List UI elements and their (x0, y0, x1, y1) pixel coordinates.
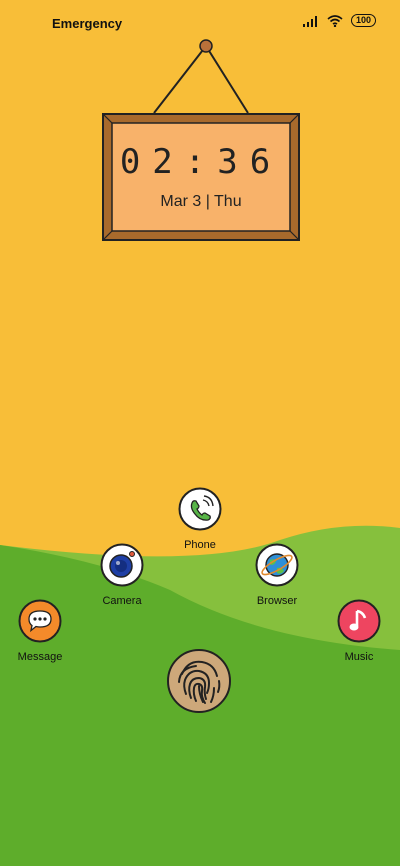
browser-icon (255, 543, 299, 587)
message-icon (18, 599, 62, 643)
battery-indicator: 100 (350, 14, 376, 27)
wifi-icon (327, 14, 343, 27)
app-browser-label: Browser (256, 595, 298, 607)
phone-icon (178, 487, 222, 531)
hanging-frame (102, 39, 300, 241)
app-message-label: Message (17, 651, 63, 663)
camera-icon (100, 543, 144, 587)
app-music[interactable]: Music (319, 599, 399, 663)
clock-widget[interactable]: 02:36 Mar 3 | Thu (100, 38, 302, 244)
signal-icon (302, 15, 317, 27)
carrier-label: Emergency (52, 16, 123, 31)
app-music-label: Music (344, 651, 374, 663)
clock-time: 02:36 (119, 142, 283, 182)
app-camera-label: Camera (102, 595, 142, 607)
app-browser[interactable]: Browser (237, 543, 317, 607)
status-icons: 100 (302, 14, 376, 27)
app-phone-label: Phone (184, 539, 216, 551)
fingerprint-icon[interactable] (166, 648, 232, 714)
app-camera[interactable]: Camera (82, 543, 162, 607)
app-phone[interactable]: Phone (160, 487, 240, 551)
app-message[interactable]: Message (0, 599, 80, 663)
clock-date: Mar 3 | Thu (160, 193, 242, 210)
music-icon (337, 599, 381, 643)
